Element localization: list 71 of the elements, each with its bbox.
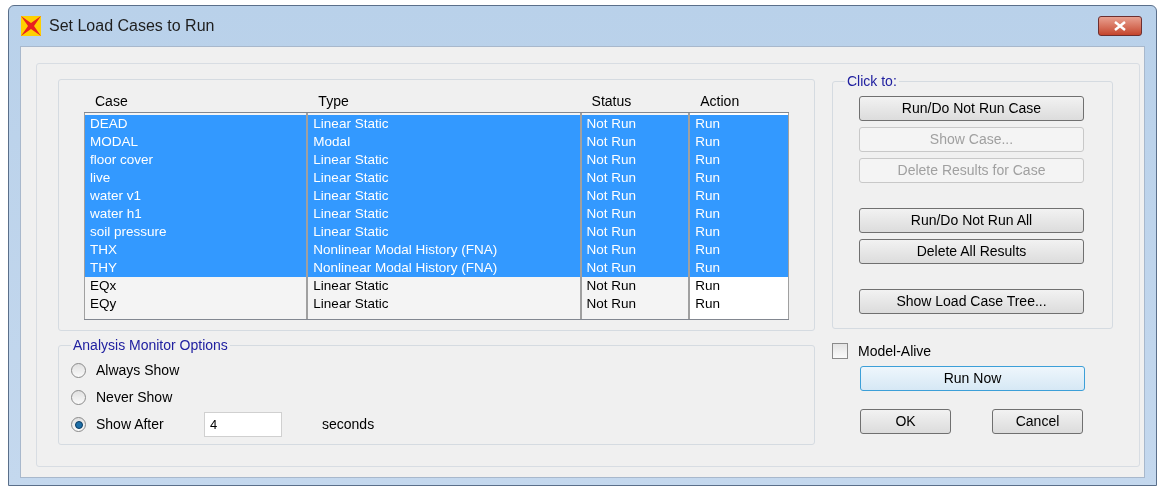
close-button[interactable] [1098, 16, 1142, 36]
close-icon [1113, 21, 1127, 31]
radio-button[interactable] [71, 417, 86, 432]
radio-label: Show After [96, 415, 165, 434]
table-cell[interactable]: water h1 [85, 205, 307, 223]
table-cell[interactable]: EQy [85, 295, 307, 313]
table-cell[interactable]: Modal [308, 133, 580, 151]
seconds-field[interactable]: 4 [204, 412, 282, 437]
seconds-label: seconds [322, 415, 375, 434]
table-cell[interactable]: floor cover [85, 151, 307, 169]
table-cell[interactable]: Run [690, 151, 788, 169]
table-cell[interactable]: Run [690, 241, 788, 259]
run-now-button[interactable]: Run Now [860, 366, 1085, 391]
table-cell[interactable]: Run [690, 133, 788, 151]
table-cell[interactable]: Nonlinear Modal History (FNA) [308, 259, 580, 277]
column-header: Status [591, 93, 632, 109]
radio-label: Never Show [96, 388, 174, 407]
dialog-button[interactable]: Run/Do Not Run Case [859, 96, 1084, 121]
table-cell[interactable]: Linear Static [308, 151, 580, 169]
window-title: Set Load Cases to Run [49, 16, 215, 36]
table-cell[interactable]: Not Run [581, 151, 689, 169]
group-title: Analysis Monitor Options [72, 336, 229, 355]
table-cell[interactable]: Run [690, 169, 788, 187]
table-cell[interactable]: Not Run [581, 187, 689, 205]
table-cell[interactable]: Run [690, 259, 788, 277]
dialog-button[interactable]: Delete All Results [859, 239, 1084, 264]
table-cell[interactable]: Run [690, 223, 788, 241]
table-cell[interactable]: soil pressure [85, 223, 307, 241]
table-cell[interactable]: Not Run [581, 295, 689, 313]
dialog-button[interactable]: OK [860, 409, 951, 434]
table-cell[interactable]: Not Run [581, 259, 689, 277]
table-cell[interactable]: Linear Static [308, 169, 580, 187]
table-cell[interactable]: THY [85, 259, 307, 277]
table-cell[interactable]: Not Run [581, 205, 689, 223]
table-cell[interactable]: Linear Static [308, 115, 580, 133]
table-cell[interactable]: Not Run [581, 223, 689, 241]
table-cell[interactable]: Run [690, 205, 788, 223]
table-cell[interactable]: Not Run [581, 241, 689, 259]
column-header: Case [95, 93, 128, 109]
table-cell[interactable]: Run [690, 187, 788, 205]
table-cell[interactable]: Nonlinear Modal History (FNA) [308, 241, 580, 259]
table-cell[interactable]: Linear Static [308, 223, 580, 241]
table-cell[interactable]: Linear Static [308, 295, 580, 313]
table-cell[interactable]: MODAL [85, 133, 307, 151]
radio-button[interactable] [71, 363, 86, 378]
table-cell[interactable]: Linear Static [308, 187, 580, 205]
table-cell[interactable]: Linear Static [308, 205, 580, 223]
app-logo-icon [21, 16, 41, 36]
radio-button[interactable] [71, 390, 86, 405]
group-title: Click to: [846, 72, 898, 91]
dialog-button[interactable]: Show Load Case Tree... [859, 289, 1084, 314]
table-cell[interactable]: water v1 [85, 187, 307, 205]
checkbox-label: Model-Alive [858, 341, 932, 361]
table-cell[interactable]: live [85, 169, 307, 187]
table-cell[interactable]: Not Run [581, 277, 689, 295]
column-header: Action [700, 93, 740, 109]
table-cell[interactable]: Not Run [581, 133, 689, 151]
dialog-button[interactable]: Cancel [992, 409, 1083, 434]
radio-label: Always Show [96, 361, 181, 380]
table-cell[interactable]: Not Run [581, 115, 689, 133]
table-cell[interactable]: Run [690, 277, 788, 295]
table-cell[interactable]: THX [85, 241, 307, 259]
column-header: Type [318, 93, 349, 109]
table-cell[interactable]: Linear Static [308, 277, 580, 295]
table-cell[interactable]: Not Run [581, 169, 689, 187]
table-cell[interactable]: EQx [85, 277, 307, 295]
table-cell[interactable]: DEAD [85, 115, 307, 133]
table-cell[interactable]: Run [690, 115, 788, 133]
dialog-button[interactable]: Run/Do Not Run All [859, 208, 1084, 233]
table-cell[interactable]: Run [690, 295, 788, 313]
checkbox[interactable] [832, 343, 848, 359]
